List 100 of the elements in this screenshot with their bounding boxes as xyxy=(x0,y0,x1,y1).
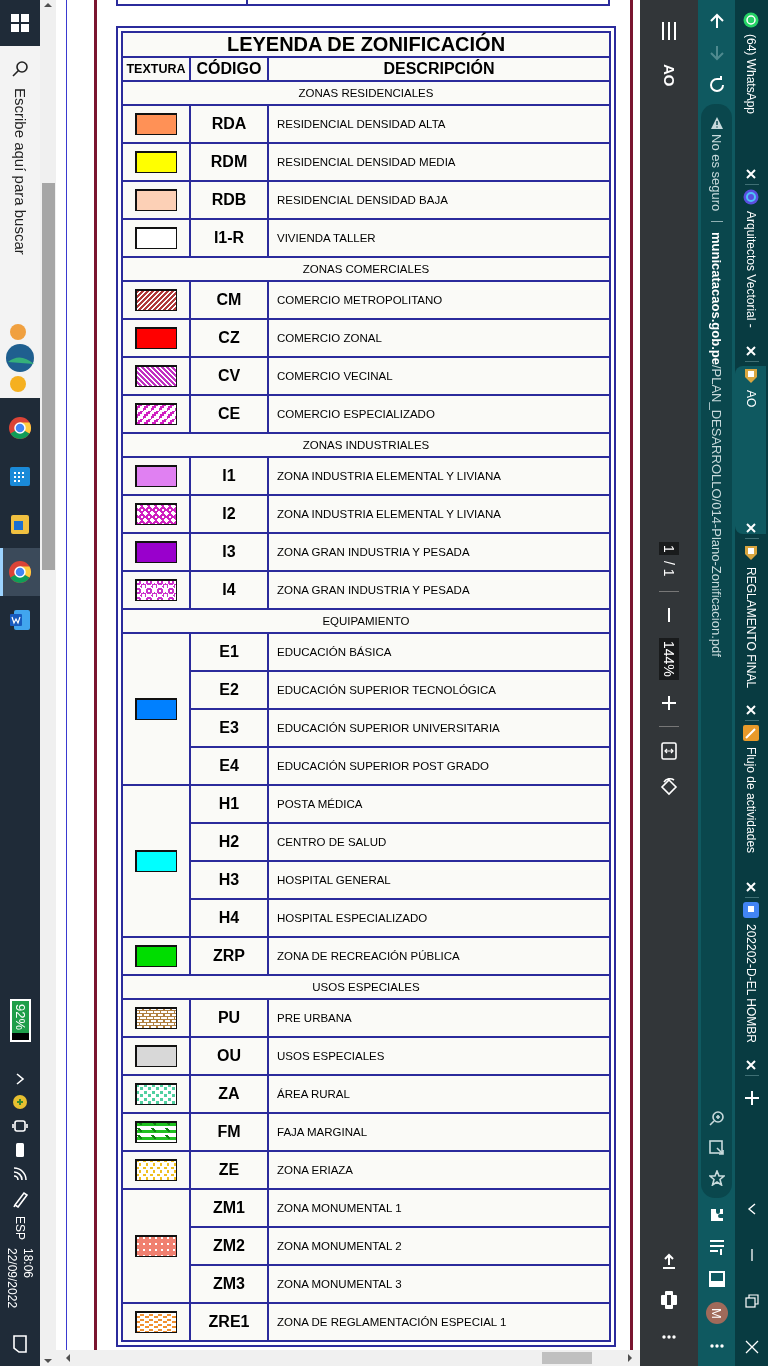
zone-description: RESIDENCIAL DENSIDAD ALTA xyxy=(269,106,609,142)
zone-code: I1-R xyxy=(191,220,267,256)
zone-description: ZONA INDUSTRIA ELEMENTAL Y LIVIANA xyxy=(269,496,609,532)
wifi-icon[interactable] xyxy=(12,1165,28,1182)
reload-icon[interactable] xyxy=(707,76,726,94)
zone-code: I3 xyxy=(191,534,267,570)
profile-avatar[interactable]: M xyxy=(705,1302,728,1324)
install-icon[interactable] xyxy=(708,1140,725,1156)
fit-page-icon[interactable] xyxy=(660,740,678,761)
circle-logo-icon xyxy=(742,189,759,205)
restore-icon[interactable] xyxy=(744,1294,759,1308)
close-window-icon[interactable] xyxy=(744,1340,759,1354)
close-icon[interactable] xyxy=(744,168,757,180)
zone-description: HOSPITAL ESPECIALIZADO xyxy=(269,900,609,936)
zoom-level-field[interactable]: 144% xyxy=(659,638,679,680)
scroll-right-icon[interactable] xyxy=(626,1353,634,1363)
browser-icon[interactable] xyxy=(8,416,32,440)
zone-code: PU xyxy=(191,1000,267,1036)
zone-description: EDUCACIÓN SUPERIOR TECNOLÓGICA xyxy=(269,672,609,708)
zone-code: ZE xyxy=(191,1152,267,1188)
section-header: USOS ESPECIALES xyxy=(123,976,609,998)
calendar-icon[interactable] xyxy=(8,464,32,488)
taskbar-app[interactable] xyxy=(0,548,40,596)
zone-code: ZA xyxy=(191,1076,267,1112)
section-header: ZONAS COMERCIALES xyxy=(123,258,609,280)
display-icon[interactable] xyxy=(12,1117,28,1134)
browser-tab[interactable]: Flujo de actividades xyxy=(735,725,766,894)
zoom-icon[interactable] xyxy=(708,1110,725,1126)
search-icon xyxy=(11,60,29,78)
menu-icon[interactable] xyxy=(659,20,679,42)
browser-icon[interactable] xyxy=(8,560,32,584)
zone-description: ÁREA RURAL xyxy=(269,1076,609,1112)
security-label[interactable]: No es seguro xyxy=(709,134,724,212)
slides-icon xyxy=(742,902,759,919)
browser-tab[interactable]: 202202-D-EL HOMBR xyxy=(735,902,766,1072)
app-icon[interactable] xyxy=(8,512,32,536)
zone-description: POSTA MÉDICA xyxy=(269,786,609,822)
notifications-icon[interactable] xyxy=(11,1334,29,1354)
star-icon[interactable] xyxy=(708,1170,725,1186)
zone-description: EDUCACIÓN SUPERIOR POST GRADO xyxy=(269,748,609,784)
url-text[interactable]: municatacaos.gob.pe/PLAN_DESARROLLO/014-Plano-Zonificacion.pdf xyxy=(709,232,724,658)
phone-icon[interactable] xyxy=(13,1141,27,1158)
zone-code: CE xyxy=(191,396,267,432)
close-icon[interactable] xyxy=(744,522,757,534)
zone-code: RDA xyxy=(191,106,267,142)
zone-description: ZONA DE REGLAMENTACIÓN ESPECIAL 1 xyxy=(269,1304,609,1340)
windows-logo-icon[interactable] xyxy=(11,14,29,32)
zone-description: VIVIENDA TALLER xyxy=(269,220,609,256)
update-icon[interactable] xyxy=(12,1093,28,1110)
chat-icon xyxy=(742,12,759,28)
browser-tab[interactable]: REGLAMENTO FINAL xyxy=(735,543,766,717)
zone-description: USOS ESPECIALES xyxy=(269,1038,609,1074)
scrollbar-thumb[interactable] xyxy=(542,1352,592,1364)
clock-time[interactable]: 18:06 xyxy=(21,1247,35,1308)
zone-code: ZM3 xyxy=(191,1266,267,1302)
pen-icon[interactable] xyxy=(12,1189,28,1208)
sidebar-collapse-icon[interactable] xyxy=(660,1252,678,1270)
browser-tab[interactable]: (64) WhatsApp xyxy=(735,12,766,180)
zone-description: RESIDENCIAL DENSIDAD MEDIA xyxy=(269,144,609,180)
close-icon[interactable] xyxy=(744,881,757,894)
clock-date[interactable]: 22/09/2022 xyxy=(5,1247,19,1308)
zone-code: ZRP xyxy=(191,938,267,974)
zone-code: ZM1 xyxy=(191,1190,267,1226)
section-header: EQUIPAMIENTO xyxy=(123,610,609,632)
zone-description: ZONA DE RECREACIÓN PÚBLICA xyxy=(269,938,609,974)
zone-description: EDUCACIÓN BÁSICA xyxy=(269,634,609,670)
zone-code: E4 xyxy=(191,748,267,784)
rotate-icon[interactable] xyxy=(660,776,678,797)
zone-code: I2 xyxy=(191,496,267,532)
scroll-left-icon[interactable] xyxy=(64,1353,72,1363)
browser-tab[interactable]: Arquitectos Vectorial - xyxy=(735,189,766,357)
zone-description: ZONA INDUSTRIA ELEMENTAL Y LIVIANA xyxy=(269,458,609,494)
page-number-field[interactable]: 1 xyxy=(659,541,679,556)
zone-description: ZONA MONUMENTAL 2 xyxy=(269,1228,609,1264)
zone-code: FM xyxy=(191,1114,267,1150)
language-indicator[interactable]: ESP xyxy=(13,1215,27,1240)
scroll-down-icon[interactable] xyxy=(43,1356,53,1366)
weather-widget-icon[interactable] xyxy=(4,322,36,394)
side-panel-icon[interactable] xyxy=(707,1270,726,1288)
new-tab-icon[interactable] xyxy=(743,1090,760,1107)
zone-code: RDM xyxy=(191,144,267,180)
zone-code: CM xyxy=(191,282,267,318)
zone-code: CZ xyxy=(191,320,267,356)
reading-list-icon[interactable] xyxy=(707,1238,726,1256)
zone-code: H3 xyxy=(191,862,267,898)
close-icon[interactable] xyxy=(744,1059,757,1072)
scrollbar-thumb[interactable] xyxy=(41,183,55,570)
document-title: AO xyxy=(660,64,678,87)
document-icon[interactable] xyxy=(8,608,32,632)
close-icon[interactable] xyxy=(744,704,757,717)
zone-description: ZONA MONUMENTAL 3 xyxy=(269,1266,609,1302)
search-field[interactable]: Escribe aquí para buscar xyxy=(0,46,40,318)
zone-code: H4 xyxy=(191,900,267,936)
address-bar[interactable]: No es seguro municatacaos.gob.pe/PLAN_DESARROLLO/014-Plano-Zonificacion.pdf xyxy=(701,104,732,1198)
zoom-in-icon[interactable] xyxy=(660,693,678,712)
print-icon[interactable] xyxy=(660,1290,678,1310)
scroll-up-icon[interactable] xyxy=(43,0,53,10)
zone-code: I4 xyxy=(191,572,267,608)
close-icon[interactable] xyxy=(744,345,757,357)
browser-tab[interactable]: AO xyxy=(735,366,766,534)
